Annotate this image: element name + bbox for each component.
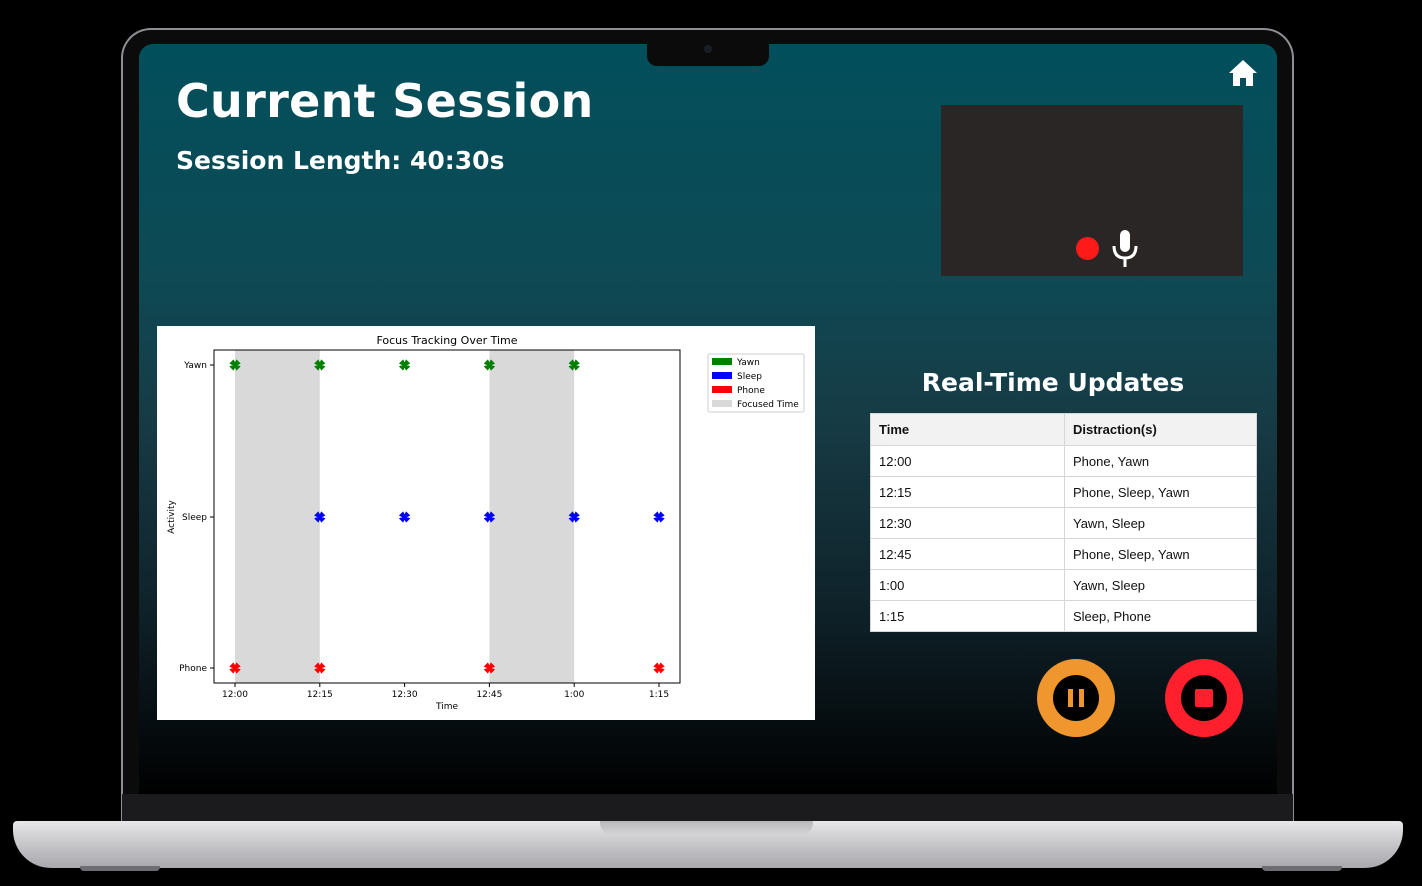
- focus-chart-svg: 12:00 12:15 12:30 12:45 1:00 1:15 Phone Sleep Ya…: [167, 334, 805, 712]
- page-title: Current Session: [176, 74, 594, 128]
- pause-icon-bar: [1079, 689, 1084, 707]
- marker-sleep: [653, 511, 665, 523]
- cell-distractions: Sleep, Phone: [1064, 600, 1257, 632]
- legend-swatch: [712, 386, 732, 393]
- y-axis-label: Activity: [167, 500, 177, 534]
- legend-swatch: [712, 372, 732, 379]
- legend-label: Focused Time: [737, 400, 799, 410]
- pause-icon-bar: [1068, 689, 1073, 707]
- x-tick-label: 12:15: [307, 690, 333, 700]
- column-header-time: Time: [870, 413, 1065, 446]
- cell-time: 12:30: [870, 507, 1065, 539]
- laptop-chin: [122, 794, 1293, 822]
- legend-label: Sleep: [737, 372, 762, 382]
- y-tick-label: Sleep: [182, 513, 207, 523]
- table-row: 1:00 Yawn, Sleep: [870, 569, 1257, 601]
- table-row: 12:15 Phone, Sleep, Yawn: [870, 476, 1257, 508]
- x-tick-label: 12:30: [392, 690, 418, 700]
- laptop-base-notch: [600, 821, 813, 835]
- focus-chart: 12:00 12:15 12:30 12:45 1:00 1:15 Phone Sleep Ya…: [157, 326, 815, 720]
- laptop-foot-left: [80, 866, 160, 871]
- microphone-button[interactable]: [1111, 229, 1139, 269]
- pause-icon: [1053, 675, 1099, 721]
- legend-label: Phone: [737, 386, 765, 396]
- stop-icon-square: [1195, 689, 1213, 707]
- home-button[interactable]: [1227, 58, 1259, 88]
- chart-title: Focus Tracking Over Time: [376, 334, 517, 347]
- marker-sleep: [398, 511, 411, 523]
- y-tick-label: Phone: [179, 664, 207, 674]
- y-tick-label: Yawn: [183, 361, 207, 371]
- cell-distractions: Phone, Sleep, Yawn: [1064, 476, 1257, 508]
- pause-button[interactable]: [1037, 659, 1115, 737]
- updates-title: Real-Time Updates: [921, 368, 1185, 397]
- cell-time: 12:45: [870, 538, 1065, 570]
- laptop-foot-right: [1262, 866, 1342, 871]
- x-tick-label: 12:00: [222, 690, 248, 700]
- stop-button[interactable]: [1165, 659, 1243, 737]
- webcam-lens: [704, 45, 712, 53]
- cell-distractions: Yawn, Sleep: [1064, 507, 1257, 539]
- cell-distractions: Phone, Yawn: [1064, 445, 1257, 477]
- table-row: 1:15 Sleep, Phone: [870, 600, 1257, 632]
- cell-time: 12:15: [870, 476, 1065, 508]
- cell-time: 12:00: [870, 445, 1065, 477]
- table-header-row: Time Distraction(s): [870, 413, 1257, 446]
- focused-time-span: [489, 350, 575, 683]
- legend-label: Yawn: [736, 358, 760, 368]
- home-icon: [1229, 60, 1257, 86]
- cell-distractions: Phone, Sleep, Yawn: [1064, 538, 1257, 570]
- table-row: 12:30 Yawn, Sleep: [870, 507, 1257, 539]
- focused-time-span: [235, 350, 320, 683]
- marker-yawn: [398, 359, 411, 371]
- cell-distractions: Yawn, Sleep: [1064, 569, 1257, 601]
- x-tick-label: 1:00: [564, 690, 584, 700]
- x-axis-label: Time: [435, 702, 458, 712]
- table-row: 12:45 Phone, Sleep, Yawn: [870, 538, 1257, 570]
- column-header-distractions: Distraction(s): [1064, 413, 1257, 446]
- marker-phone: [653, 662, 665, 674]
- session-length: Session Length: 40:30s: [176, 146, 505, 175]
- table-row: 12:00 Phone, Yawn: [870, 445, 1257, 477]
- legend-swatch: [712, 358, 732, 365]
- record-dot-icon[interactable]: [1076, 237, 1099, 260]
- updates-table: Time Distraction(s) 12:00 Phone, Yawn 12:…: [870, 413, 1257, 632]
- microphone-icon: [1112, 230, 1138, 267]
- stop-icon: [1181, 675, 1227, 721]
- legend-swatch: [712, 400, 732, 407]
- cell-time: 1:00: [870, 569, 1065, 601]
- cell-time: 1:15: [870, 600, 1065, 632]
- x-tick-label: 1:15: [649, 690, 669, 700]
- x-tick-label: 12:45: [476, 690, 502, 700]
